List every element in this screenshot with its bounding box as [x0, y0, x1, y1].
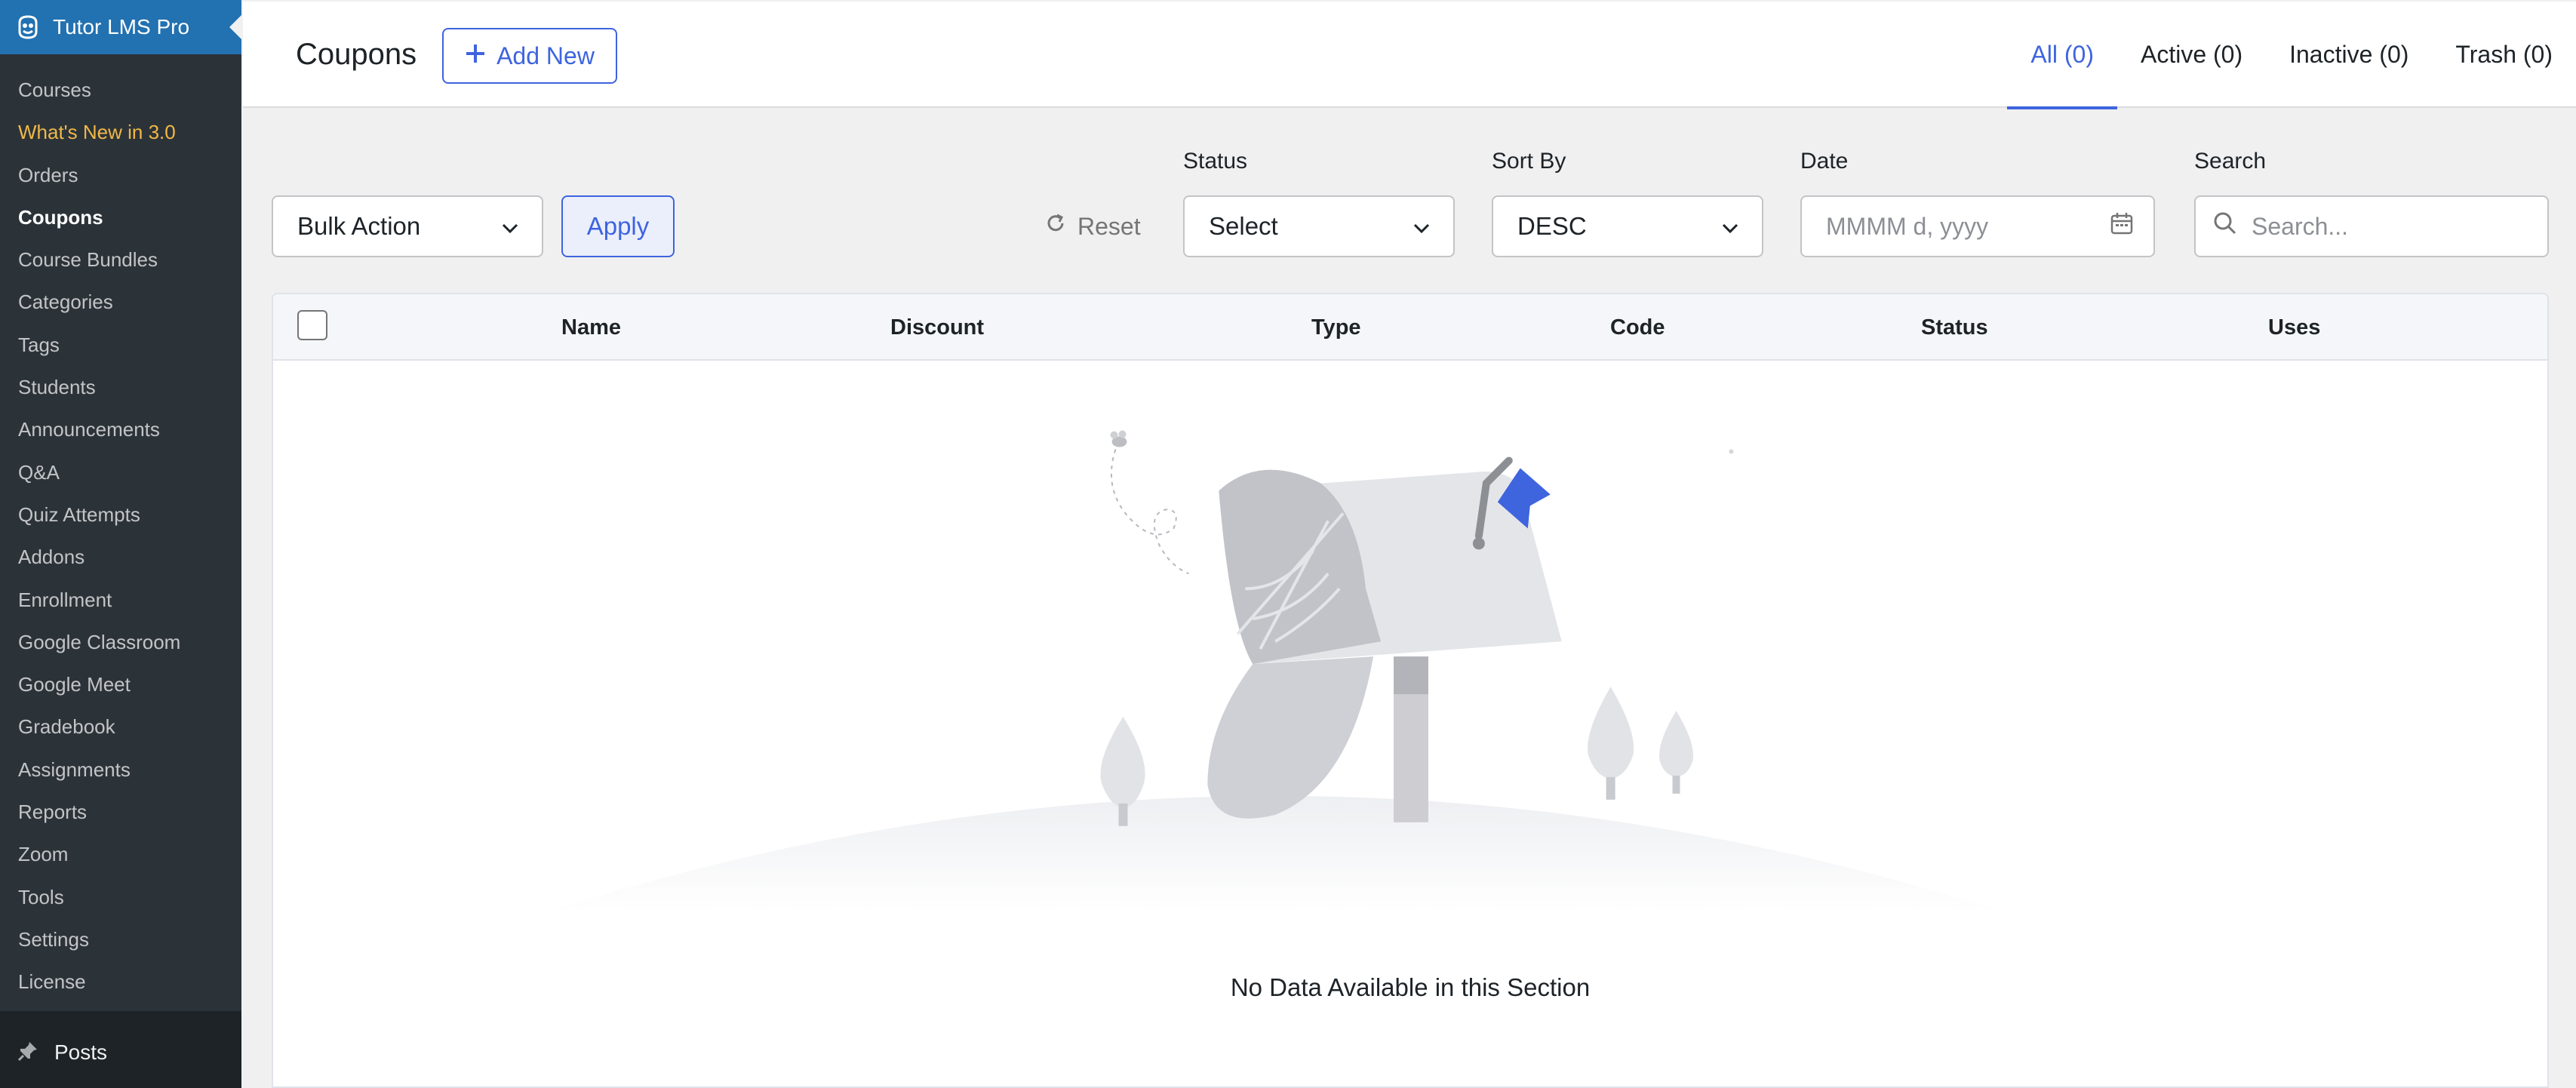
sidebar-item-assignments[interactable]: Assignments: [0, 748, 241, 791]
sidebar-item-qa[interactable]: Q&A: [0, 451, 241, 493]
sidebar-item-categories[interactable]: Categories: [0, 281, 241, 323]
apply-button[interactable]: Apply: [561, 195, 675, 257]
status-select[interactable]: Select: [1183, 195, 1455, 257]
sidebar-item-reports[interactable]: Reports: [0, 791, 241, 833]
table-header: Name Discount Type Code Status Uses: [273, 294, 2547, 361]
search-placeholder: Search...: [2252, 212, 2349, 240]
sidebar-item-label: Posts: [54, 1040, 108, 1064]
tab-active[interactable]: Active (0): [2117, 2, 2266, 108]
date-placeholder: MMMM d, yyyy: [1826, 212, 1989, 240]
column-header-name[interactable]: Name: [561, 294, 621, 361]
bulk-action-select[interactable]: Bulk Action: [272, 195, 543, 257]
column-header-status[interactable]: Status: [1921, 294, 1988, 361]
sidebar-item-announcements[interactable]: Announcements: [0, 408, 241, 450]
tutor-submenu: Courses What's New in 3.0 Orders Coupons…: [0, 54, 241, 1011]
sidebar-item-gradebook[interactable]: Gradebook: [0, 705, 241, 748]
sidebar-item-quiz-attempts[interactable]: Quiz Attempts: [0, 493, 241, 536]
calendar-icon[interactable]: [2110, 211, 2134, 241]
refresh-icon: [1044, 212, 1067, 241]
search-input[interactable]: Search...: [2194, 195, 2549, 257]
current-menu-arrow: [229, 15, 241, 39]
search-icon: [2212, 211, 2238, 242]
date-input[interactable]: MMMM d, yyyy: [1800, 195, 2155, 257]
date-filter-label: Date: [1800, 149, 1849, 174]
sidebar-brand-label: Tutor LMS Pro: [53, 15, 190, 38]
plus-icon: [465, 42, 486, 70]
sidebar-item-coupons[interactable]: Coupons: [0, 196, 241, 238]
chevron-down-icon: [1721, 212, 1739, 241]
tree-icon: [1659, 711, 1694, 794]
sidebar-item-whats-new[interactable]: What's New in 3.0: [0, 111, 241, 153]
reset-label: Reset: [1077, 212, 1141, 240]
add-new-button[interactable]: Add New: [442, 28, 617, 84]
bulk-action-value: Bulk Action: [297, 212, 421, 240]
reset-button[interactable]: Reset: [1044, 204, 1141, 249]
sidebar-item-tools[interactable]: Tools: [0, 876, 241, 918]
page-header: Coupons Add New All (0) Active (0) Inact…: [243, 2, 2576, 109]
search-filter-label: Search: [2194, 149, 2267, 174]
sidebar-item-orders[interactable]: Orders: [0, 154, 241, 196]
sidebar-item-license[interactable]: License: [0, 960, 241, 1003]
chevron-down-icon: [1412, 212, 1431, 241]
tab-inactive[interactable]: Inactive (0): [2266, 2, 2432, 108]
column-header-uses[interactable]: Uses: [2268, 294, 2320, 361]
sort-select-value: DESC: [1517, 212, 1587, 240]
sidebar-item-google-classroom[interactable]: Google Classroom: [0, 621, 241, 663]
sidebar-item-tutor-lms[interactable]: Tutor LMS Pro: [0, 0, 241, 54]
coupons-table: Name Discount Type Code Status Uses No D…: [272, 293, 2549, 1088]
sidebar-item-students[interactable]: Students: [0, 366, 241, 408]
add-new-label: Add New: [496, 41, 595, 69]
sidebar-item-addons[interactable]: Addons: [0, 536, 241, 578]
chevron-down-icon: [501, 212, 519, 241]
sidebar-item-enrollment[interactable]: Enrollment: [0, 579, 241, 621]
sidebar-item-zoom[interactable]: Zoom: [0, 833, 241, 875]
admin-sidebar: Tutor LMS Pro Courses What's New in 3.0 …: [0, 0, 241, 1088]
sort-filter-label: Sort By: [1492, 149, 1566, 174]
column-header-discount[interactable]: Discount: [890, 294, 984, 361]
status-tabs: All (0) Active (0) Inactive (0) Trash (0…: [2007, 2, 2576, 109]
tab-all[interactable]: All (0): [2007, 2, 2117, 109]
sidebar-item-posts[interactable]: Posts: [0, 1019, 241, 1086]
sort-select[interactable]: DESC: [1492, 195, 1763, 257]
empty-state-message: No Data Available in this Section: [1230, 973, 1591, 1001]
pushpin-icon: [17, 1040, 39, 1066]
select-all-checkbox[interactable]: [297, 310, 327, 340]
status-filter-label: Status: [1183, 149, 1248, 174]
page-title: Coupons: [296, 38, 417, 71]
bee-icon: [1110, 430, 1127, 447]
sidebar-item-tags[interactable]: Tags: [0, 324, 241, 366]
column-header-code[interactable]: Code: [1610, 294, 1665, 361]
status-select-value: Select: [1209, 212, 1278, 240]
sidebar-item-google-meet[interactable]: Google Meet: [0, 663, 241, 705]
column-header-type[interactable]: Type: [1311, 294, 1361, 361]
sidebar-item-courses[interactable]: Courses: [0, 69, 241, 111]
sidebar-item-course-bundles[interactable]: Course Bundles: [0, 238, 241, 281]
tab-trash[interactable]: Trash (0): [2432, 2, 2576, 108]
sidebar-item-settings[interactable]: Settings: [0, 918, 241, 960]
tree-icon: [1588, 687, 1634, 800]
tutor-logo-icon: [15, 14, 41, 40]
